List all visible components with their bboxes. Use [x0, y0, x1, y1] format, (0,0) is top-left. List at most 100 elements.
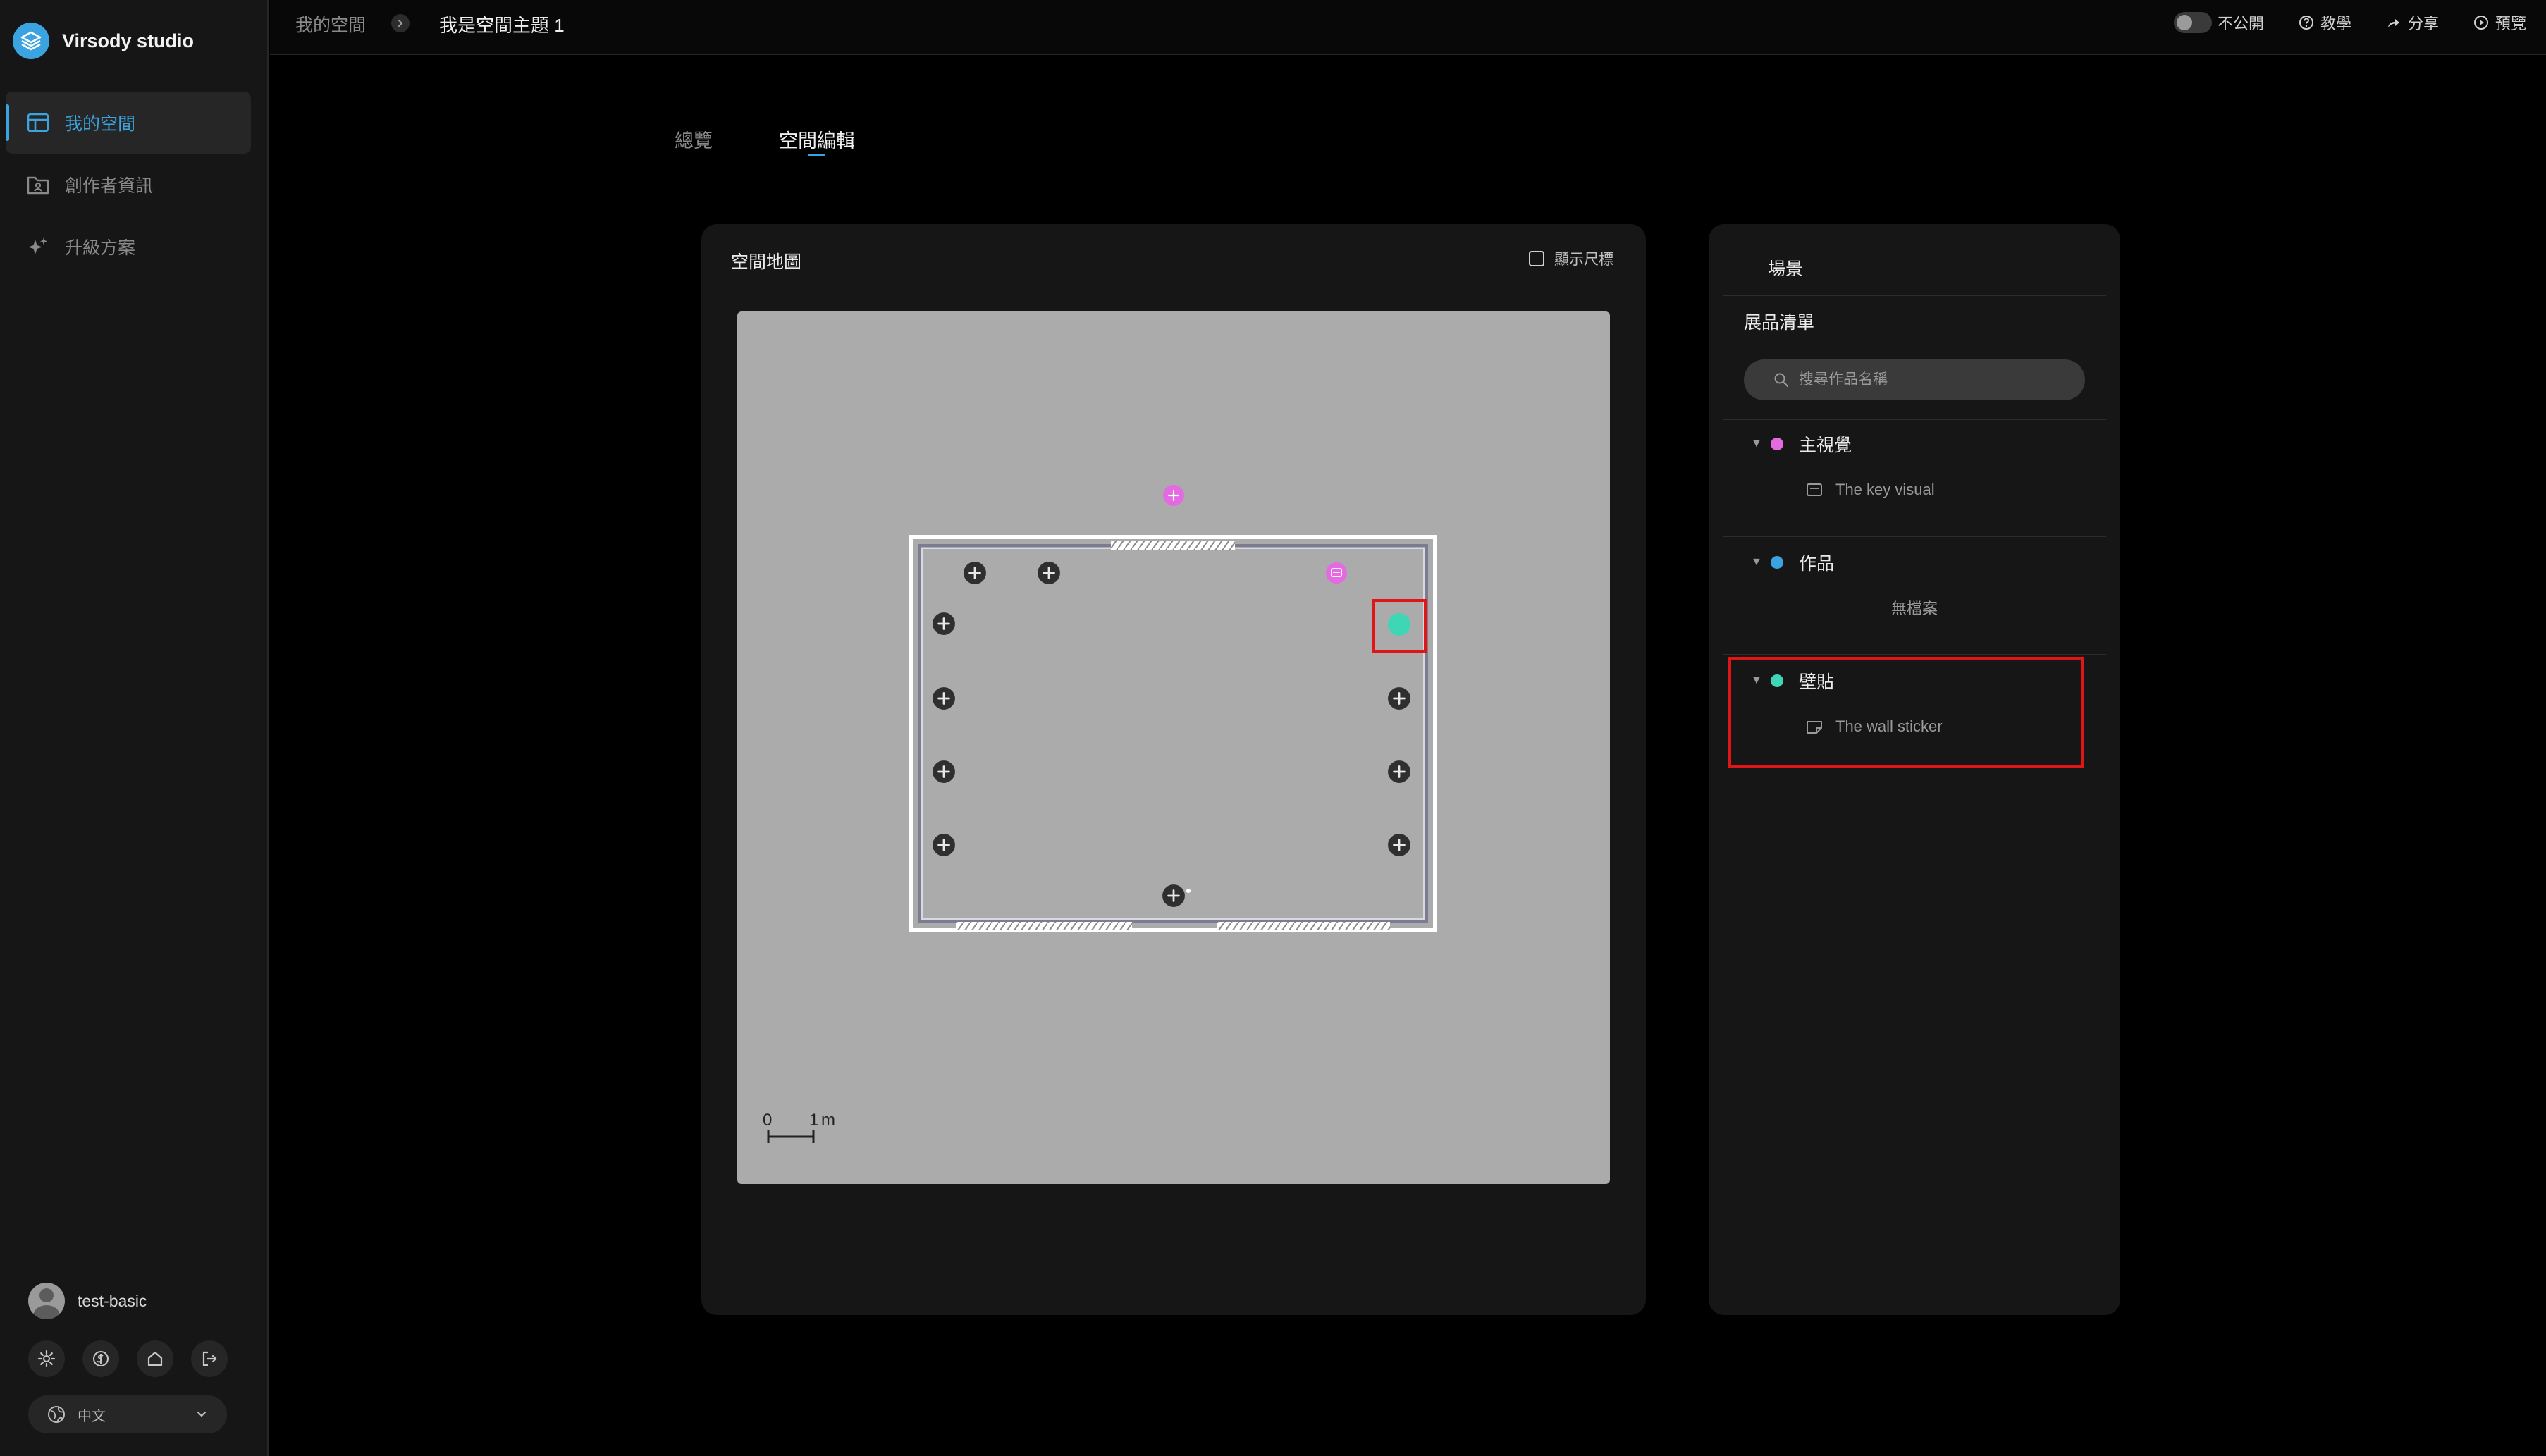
share-arrow-icon: [2387, 19, 2399, 27]
key-visual-marker[interactable]: [1163, 485, 1184, 506]
help-circle-icon: [2299, 16, 2313, 30]
search-input[interactable]: [1799, 371, 2081, 388]
sidebar: Virsody studio 我的空間 創作者資訊 升級方案 test-basi…: [0, 0, 269, 1456]
show-ruler-checkbox[interactable]: 顯示尺標: [1529, 248, 1613, 269]
logout-icon: [202, 1351, 217, 1366]
add-slot-icon[interactable]: [932, 686, 956, 710]
logout-button[interactable]: [191, 1340, 228, 1377]
preview-label: 預覽: [2495, 15, 2526, 32]
dollar-icon: [93, 1351, 109, 1366]
sidebar-item-label: 創作者資訊: [65, 176, 154, 196]
add-slot-icon[interactable]: [1387, 686, 1411, 710]
visibility-toggle[interactable]: 不公開: [2173, 11, 2264, 34]
settings-icon: [37, 1350, 56, 1368]
user-profile[interactable]: test-basic: [28, 1283, 147, 1319]
tab-scene[interactable]: 場景: [1768, 255, 1803, 280]
scene-panel: 場景 展品清單 ▼ 主視覺 The key visual ▼ 作品 無檔案 ▼: [1709, 224, 2120, 1315]
add-slot-icon[interactable]: [1387, 760, 1411, 784]
tab-space-edit[interactable]: 空間編輯: [779, 125, 855, 153]
exhibit-list-title: 展品清單: [1744, 313, 1815, 333]
home-icon: [147, 1351, 163, 1366]
wall-sticker-marker[interactable]: [1388, 613, 1410, 636]
preview-button[interactable]: 預覽: [2473, 11, 2526, 34]
layout-icon: [25, 110, 51, 135]
chevron-right-icon: [398, 20, 403, 27]
sidebar-item-label: 我的空間: [65, 114, 136, 134]
group-header[interactable]: ▼ 主視覺: [1751, 431, 1852, 457]
divider: [1723, 536, 2106, 537]
list-item-label: The key visual: [1835, 481, 1935, 498]
brand[interactable]: Virsody studio: [13, 21, 194, 61]
caret-down-icon[interactable]: ▼: [1751, 556, 1765, 569]
avatar: [28, 1283, 65, 1319]
category-dot: [1771, 438, 1783, 450]
divider: [1723, 419, 2106, 420]
settings-button[interactable]: [28, 1340, 65, 1377]
sidebar-item-upgrade[interactable]: 升級方案: [6, 216, 251, 278]
breadcrumb-root[interactable]: 我的空間: [295, 10, 366, 38]
entrance-dot: [1186, 889, 1191, 893]
top-door: [1111, 541, 1235, 550]
language-value: 中文: [78, 1408, 106, 1424]
group-key-visual: ▼ 主視覺 The key visual: [1723, 431, 2106, 509]
share-button[interactable]: 分享: [2385, 11, 2439, 34]
tutorial-label: 教學: [2320, 15, 2351, 32]
scale-unit-label: m: [821, 1111, 835, 1130]
space-map-canvas[interactable]: 0 1 m: [737, 311, 1610, 1184]
selection-highlight: [1728, 657, 2084, 768]
bottom-door-left: [956, 922, 1132, 930]
group-header[interactable]: ▼ 作品: [1751, 550, 1834, 575]
home-button[interactable]: [137, 1340, 173, 1377]
scale-zero-label: 0: [763, 1111, 772, 1130]
room-walls: [909, 535, 1437, 932]
bottom-door-right: [1217, 922, 1390, 930]
visibility-label: 不公開: [2217, 15, 2264, 32]
map-panel-title: 空間地圖: [731, 252, 802, 272]
sidebar-item-label: 升級方案: [65, 238, 136, 258]
group-works: ▼ 作品 無檔案: [1723, 550, 2106, 627]
add-slot-icon[interactable]: [1037, 561, 1061, 585]
add-slot-icon[interactable]: [1162, 884, 1186, 908]
user-name: test-basic: [78, 1291, 147, 1310]
brand-name: Virsody studio: [62, 30, 195, 51]
search-box[interactable]: [1744, 359, 2085, 400]
caret-down-icon[interactable]: ▼: [1751, 438, 1765, 450]
placement-markers[interactable]: [932, 561, 1411, 908]
add-slot-icon[interactable]: [932, 760, 956, 784]
space-map-panel: 空間地圖 顯示尺標 0 1 m: [701, 224, 1646, 1315]
virsody-logo-icon: [13, 23, 49, 59]
billing-button[interactable]: [82, 1340, 119, 1377]
sidebar-item-creator-info[interactable]: 創作者資訊: [6, 154, 251, 216]
chevron-down-icon: [197, 1411, 207, 1417]
add-slot-icon[interactable]: [1387, 833, 1411, 857]
breadcrumb-current: 我是空間主題 1: [439, 14, 565, 36]
scale-bar: 0 1 m: [763, 1111, 835, 1143]
play-circle-icon: [2473, 16, 2488, 30]
empty-state-label: 無檔案: [1890, 600, 1938, 617]
key-visual-placed-icon[interactable]: [1326, 562, 1347, 584]
image-frame-icon: [1807, 483, 1822, 496]
divider: [1723, 295, 2106, 296]
sparkle-icon: [25, 234, 51, 259]
share-label: 分享: [2407, 15, 2439, 32]
add-slot-icon[interactable]: [963, 561, 987, 585]
tutorial-button[interactable]: 教學: [2298, 11, 2351, 34]
language-select[interactable]: 中文: [28, 1395, 227, 1433]
floor-plan[interactable]: 0 1 m: [737, 311, 1610, 1184]
add-slot-icon[interactable]: [932, 612, 956, 636]
active-tab-indicator: [808, 154, 825, 156]
toggle-switch[interactable]: [2173, 12, 2212, 33]
add-slot-icon[interactable]: [932, 833, 956, 857]
sidebar-item-my-space[interactable]: 我的空間: [6, 92, 251, 154]
show-ruler-label: 顯示尺標: [1554, 252, 1613, 268]
tab-overview[interactable]: 總覽: [675, 125, 713, 153]
group-label: 作品: [1799, 554, 1835, 574]
scale-one-label: 1: [809, 1111, 818, 1130]
category-dot: [1771, 556, 1783, 569]
checkbox-box[interactable]: [1529, 251, 1544, 266]
breadcrumb-separator: [391, 14, 410, 32]
list-item[interactable]: The key visual: [1806, 478, 1935, 502]
top-actions: 不公開 教學 分享 預覽: [2173, 8, 2526, 37]
group-label: 主視覺: [1799, 436, 1852, 455]
sidebar-nav: 我的空間 創作者資訊 升級方案: [6, 92, 251, 278]
